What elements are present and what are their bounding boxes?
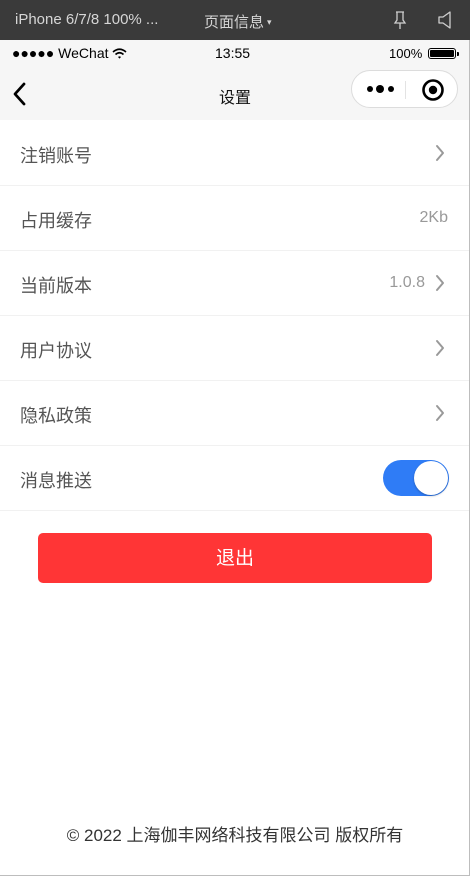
- settings-item-cache[interactable]: 占用缓存 2Kb: [0, 186, 470, 251]
- carrier-label: ●●●●● WeChat: [12, 45, 109, 61]
- pin-icon[interactable]: [392, 10, 408, 30]
- chevron-right-icon: [436, 405, 444, 421]
- page-info-dropdown[interactable]: 页面信息 ▾: [204, 11, 272, 32]
- settings-item-label: 占用缓存: [20, 211, 92, 231]
- battery-icon: [428, 48, 459, 59]
- wifi-icon: [112, 48, 127, 59]
- mini-program-capsule: [351, 70, 458, 108]
- settings-item-label: 隐私政策: [20, 406, 92, 426]
- toggle-knob: [414, 461, 448, 495]
- chevron-right-icon: [436, 275, 444, 291]
- settings-item-label: 当前版本: [20, 276, 92, 296]
- device-selector[interactable]: iPhone 6/7/8 100% ...: [15, 11, 158, 28]
- copyright-footer: © 2022 上海伽丰网络科技有限公司 版权所有: [66, 826, 404, 845]
- dropdown-caret-icon: ▾: [267, 17, 272, 27]
- chevron-right-icon: [436, 145, 444, 161]
- settings-item-deactivate-account[interactable]: 注销账号: [0, 121, 470, 186]
- speaker-icon[interactable]: [437, 11, 453, 29]
- page-info-label: 页面信息: [204, 14, 265, 31]
- push-notification-toggle[interactable]: [383, 460, 449, 496]
- devtools-toolbar: iPhone 6/7/8 100% ... 页面信息 ▾: [0, 0, 470, 40]
- settings-item-version[interactable]: 当前版本 1.0.8: [0, 251, 470, 316]
- settings-item-push-notifications: 消息推送: [0, 446, 470, 511]
- capsule-divider: [405, 81, 406, 99]
- settings-item-label: 注销账号: [20, 146, 92, 166]
- chevron-right-icon: [436, 340, 444, 356]
- cache-size-value: 2Kb: [419, 209, 448, 226]
- status-time: 13:55: [215, 45, 251, 61]
- settings-item-user-agreement[interactable]: 用户协议: [0, 316, 470, 381]
- battery-percent: 100%: [389, 46, 423, 61]
- more-dots-icon[interactable]: [366, 83, 396, 95]
- navigation-bar: 设置: [0, 66, 470, 120]
- phone-status-bar: ●●●●● WeChat 13:55 100%: [0, 40, 470, 66]
- close-target-icon[interactable]: [421, 78, 445, 102]
- version-value: 1.0.8: [389, 274, 425, 291]
- settings-item-privacy-policy[interactable]: 隐私政策: [0, 381, 470, 446]
- settings-item-label: 用户协议: [20, 341, 92, 361]
- logout-button[interactable]: 退出: [38, 533, 432, 583]
- settings-list: 注销账号 占用缓存 2Kb 当前版本 1.0.8 用户协议 隐私政策 消息推送: [0, 121, 470, 511]
- signal-carrier: ●●●●● WeChat: [12, 45, 127, 61]
- settings-item-label: 消息推送: [20, 471, 92, 491]
